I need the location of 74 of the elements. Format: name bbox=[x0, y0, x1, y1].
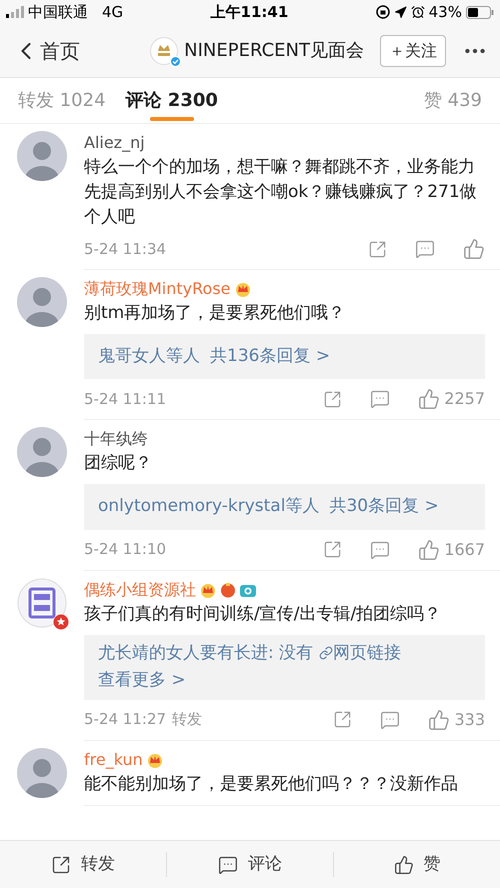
share-icon[interactable] bbox=[368, 240, 387, 259]
avatar[interactable] bbox=[17, 748, 67, 798]
like-icon bbox=[418, 388, 440, 410]
reply-count[interactable]: 共30条回复 > bbox=[329, 494, 439, 520]
avatar[interactable] bbox=[17, 427, 67, 477]
comment-time: 5-24 11:10 bbox=[84, 539, 166, 560]
location-icon bbox=[394, 6, 407, 18]
comment-text: 别tm再加场了，是要累死他们哦？ bbox=[84, 302, 346, 324]
like-button[interactable]: 1667 bbox=[418, 538, 485, 562]
crown-icon bbox=[199, 582, 217, 598]
comment-time: 5-24 11:34 bbox=[84, 239, 166, 260]
like-button[interactable]: 2257 bbox=[418, 387, 485, 411]
alarm-icon bbox=[410, 5, 425, 19]
battery-icon bbox=[466, 6, 494, 18]
back-button[interactable]: 首页 bbox=[12, 36, 80, 66]
comment-icon[interactable] bbox=[370, 540, 390, 560]
tab[interactable]: 评论 2300 bbox=[126, 78, 218, 123]
action-button[interactable]: 转发 bbox=[0, 852, 166, 878]
web-link[interactable]: 网页链接 bbox=[319, 640, 402, 666]
reply-users[interactable]: onlytomemory-krystal等人 bbox=[98, 494, 320, 520]
action-button[interactable]: 评论 bbox=[166, 852, 333, 878]
carrier-name: 中国联通 bbox=[28, 2, 88, 23]
comment-icon[interactable] bbox=[415, 239, 435, 260]
user-name[interactable]: Aliez_nj bbox=[84, 131, 145, 155]
rotation-lock-icon bbox=[376, 5, 390, 19]
replies-box[interactable]: onlytomemory-krystal等人 共30条回复 > bbox=[84, 484, 485, 530]
signal-icon bbox=[6, 6, 26, 18]
like-button[interactable]: 333 bbox=[428, 708, 485, 732]
like-icon bbox=[428, 708, 450, 730]
comment-text: 团综呢？ bbox=[84, 452, 153, 475]
comment-icon[interactable] bbox=[370, 389, 390, 409]
verified-icon bbox=[170, 56, 182, 66]
share-icon[interactable] bbox=[323, 540, 342, 559]
view-more-link[interactable]: 查看更多 > bbox=[98, 668, 186, 694]
avatar[interactable] bbox=[17, 276, 67, 326]
battery-percent: 43% bbox=[428, 2, 462, 23]
tab[interactable]: 赞 439 bbox=[424, 78, 482, 123]
logo-icon bbox=[17, 578, 67, 628]
user-name[interactable]: 薄荷玫瑰MintyRose bbox=[84, 276, 230, 300]
like-icon bbox=[418, 538, 440, 560]
reply-preview: 尤长靖的女人要有长进: 没有 bbox=[98, 642, 314, 664]
comment-icon[interactable] bbox=[380, 710, 400, 730]
share-icon[interactable] bbox=[323, 390, 342, 408]
like-button[interactable] bbox=[463, 238, 485, 260]
reply-users[interactable]: 鬼哥女人等人 bbox=[98, 344, 200, 369]
comment-text: 孩子们真的有时间训练/宣传/出专辑/拍团综吗？ bbox=[84, 602, 442, 626]
repost-note: 转发 bbox=[172, 709, 202, 730]
crown-icon bbox=[234, 280, 252, 296]
network-type: 4G bbox=[102, 2, 124, 23]
medal-icon bbox=[220, 582, 236, 598]
comment-text: 特么一个个的加场，想干嘛？舞都跳不齐，业务能力先提高到别人不会拿这个嘲ok？赚钱赚疯了？271做个人吧 bbox=[84, 156, 478, 229]
replies-box[interactable]: 鬼哥女人等人 共136条回复 > bbox=[84, 334, 485, 379]
share-icon bbox=[51, 854, 71, 874]
comment-time: 5-24 11:27 bbox=[84, 709, 166, 730]
user-name[interactable]: 十年纨绔 bbox=[84, 427, 148, 451]
like-icon bbox=[463, 238, 485, 260]
action-button[interactable]: 赞 bbox=[333, 852, 500, 878]
user-name[interactable]: 偶练小组资源社 bbox=[84, 578, 196, 602]
follow-button[interactable]: ＋关注 bbox=[380, 34, 446, 66]
user-name[interactable]: fre_kun bbox=[84, 748, 143, 772]
crown-icon bbox=[146, 752, 164, 768]
avatar[interactable] bbox=[17, 131, 67, 181]
clock: 上午11:41 bbox=[210, 2, 288, 23]
account-logo-icon bbox=[150, 36, 178, 64]
verified-badge-icon bbox=[53, 614, 69, 630]
page-title: NINEPERCENT见面会 bbox=[184, 39, 364, 63]
comment-time: 5-24 11:11 bbox=[84, 388, 166, 410]
tab[interactable]: 转发 1024 bbox=[18, 78, 106, 123]
link-icon bbox=[319, 646, 334, 660]
comment-icon bbox=[218, 854, 238, 874]
like-icon bbox=[394, 854, 414, 874]
comment-text: 能不能别加场了，是要累死他们吗？？？没新作品 bbox=[84, 772, 459, 796]
share-icon[interactable] bbox=[333, 710, 352, 729]
reply-count[interactable]: 共136条回复 > bbox=[210, 344, 330, 369]
